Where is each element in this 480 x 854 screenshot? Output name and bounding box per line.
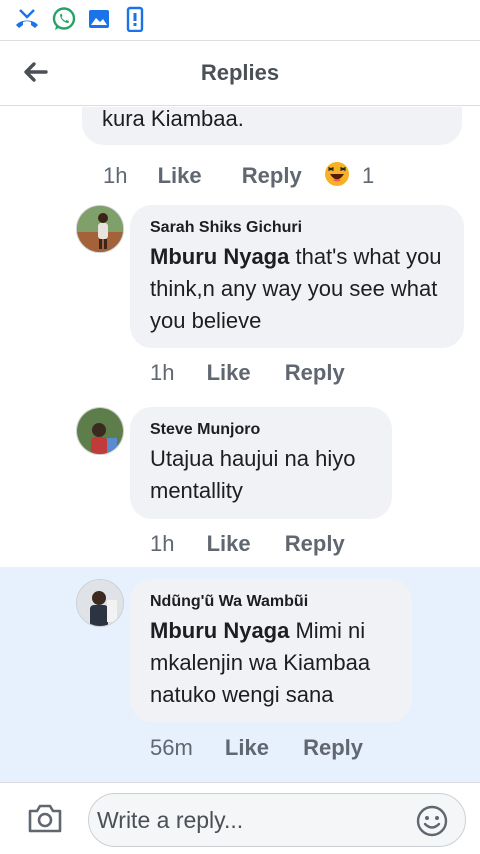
- comment-actions: 1h Like Reply 1: [103, 157, 374, 189]
- comment-time: 1h: [150, 531, 175, 556]
- replies-thread: kura Kiambaa. 1h Like Reply 1 Sarah Shik…: [0, 107, 480, 782]
- like-button[interactable]: Like: [158, 163, 202, 188]
- comment-text: kura Kiambaa.: [102, 107, 244, 131]
- reply-field: [88, 793, 466, 847]
- comment-time: 1h: [103, 163, 128, 188]
- comment-time: 1h: [150, 360, 175, 385]
- comment-text: Mburu Nyaga that's what you think,n any …: [150, 241, 450, 337]
- missed-call-icon: [16, 9, 38, 28]
- comment-actions: 1h Like Reply: [150, 360, 345, 386]
- reply-button[interactable]: Reply: [285, 531, 345, 556]
- comment-author[interactable]: Sarah Shiks Gichuri: [150, 219, 302, 237]
- reaction-count: 1: [361, 163, 375, 188]
- comment-text: Mburu Nyaga Mimi ni mkalenjin wa Kiambaa…: [150, 615, 400, 711]
- reply-button[interactable]: Reply: [242, 163, 302, 188]
- phone-update-icon: [126, 6, 144, 32]
- reply-button[interactable]: Reply: [285, 360, 345, 385]
- avatar[interactable]: [76, 205, 124, 253]
- smiley-icon[interactable]: [415, 804, 449, 838]
- camera-icon[interactable]: [26, 801, 64, 835]
- whatsapp-icon: [52, 7, 76, 30]
- mention-link[interactable]: Mburu Nyaga: [150, 618, 289, 643]
- status-bar: [0, 0, 480, 40]
- comment-bubble: Sarah Shiks Gichuri Mburu Nyaga that's w…: [130, 205, 464, 348]
- comment-author[interactable]: Steve Munjoro: [150, 421, 260, 439]
- comment-time: 56m: [150, 735, 193, 760]
- like-button[interactable]: Like: [207, 531, 251, 556]
- avatar[interactable]: [76, 407, 124, 455]
- gallery-icon: [89, 10, 109, 28]
- laughing-emoji-icon[interactable]: [324, 161, 350, 187]
- comment-bubble: kura Kiambaa.: [82, 107, 462, 145]
- comment-bubble: Steve Munjoro Utajua haujui na hiyo ment…: [130, 407, 392, 519]
- comment-text: Utajua haujui na hiyo mentallity: [150, 446, 356, 503]
- top-bar: Replies: [0, 40, 480, 106]
- comment-bubble: Ndũng'ũ Wa Wambũi Mburu Nyaga Mimi ni mk…: [130, 579, 412, 722]
- comment-author[interactable]: Ndũng'ũ Wa Wambũi: [150, 593, 308, 611]
- mention-link[interactable]: Mburu Nyaga: [150, 244, 289, 269]
- page-title: Replies: [200, 60, 280, 85]
- reply-composer: [0, 782, 480, 854]
- reply-input[interactable]: [97, 804, 407, 836]
- like-button[interactable]: Like: [225, 735, 269, 760]
- avatar[interactable]: [76, 579, 124, 627]
- like-button[interactable]: Like: [207, 360, 251, 385]
- comment-actions: 1h Like Reply: [150, 531, 345, 557]
- comment-actions: 56m Like Reply: [150, 735, 363, 761]
- reply-button[interactable]: Reply: [303, 735, 363, 760]
